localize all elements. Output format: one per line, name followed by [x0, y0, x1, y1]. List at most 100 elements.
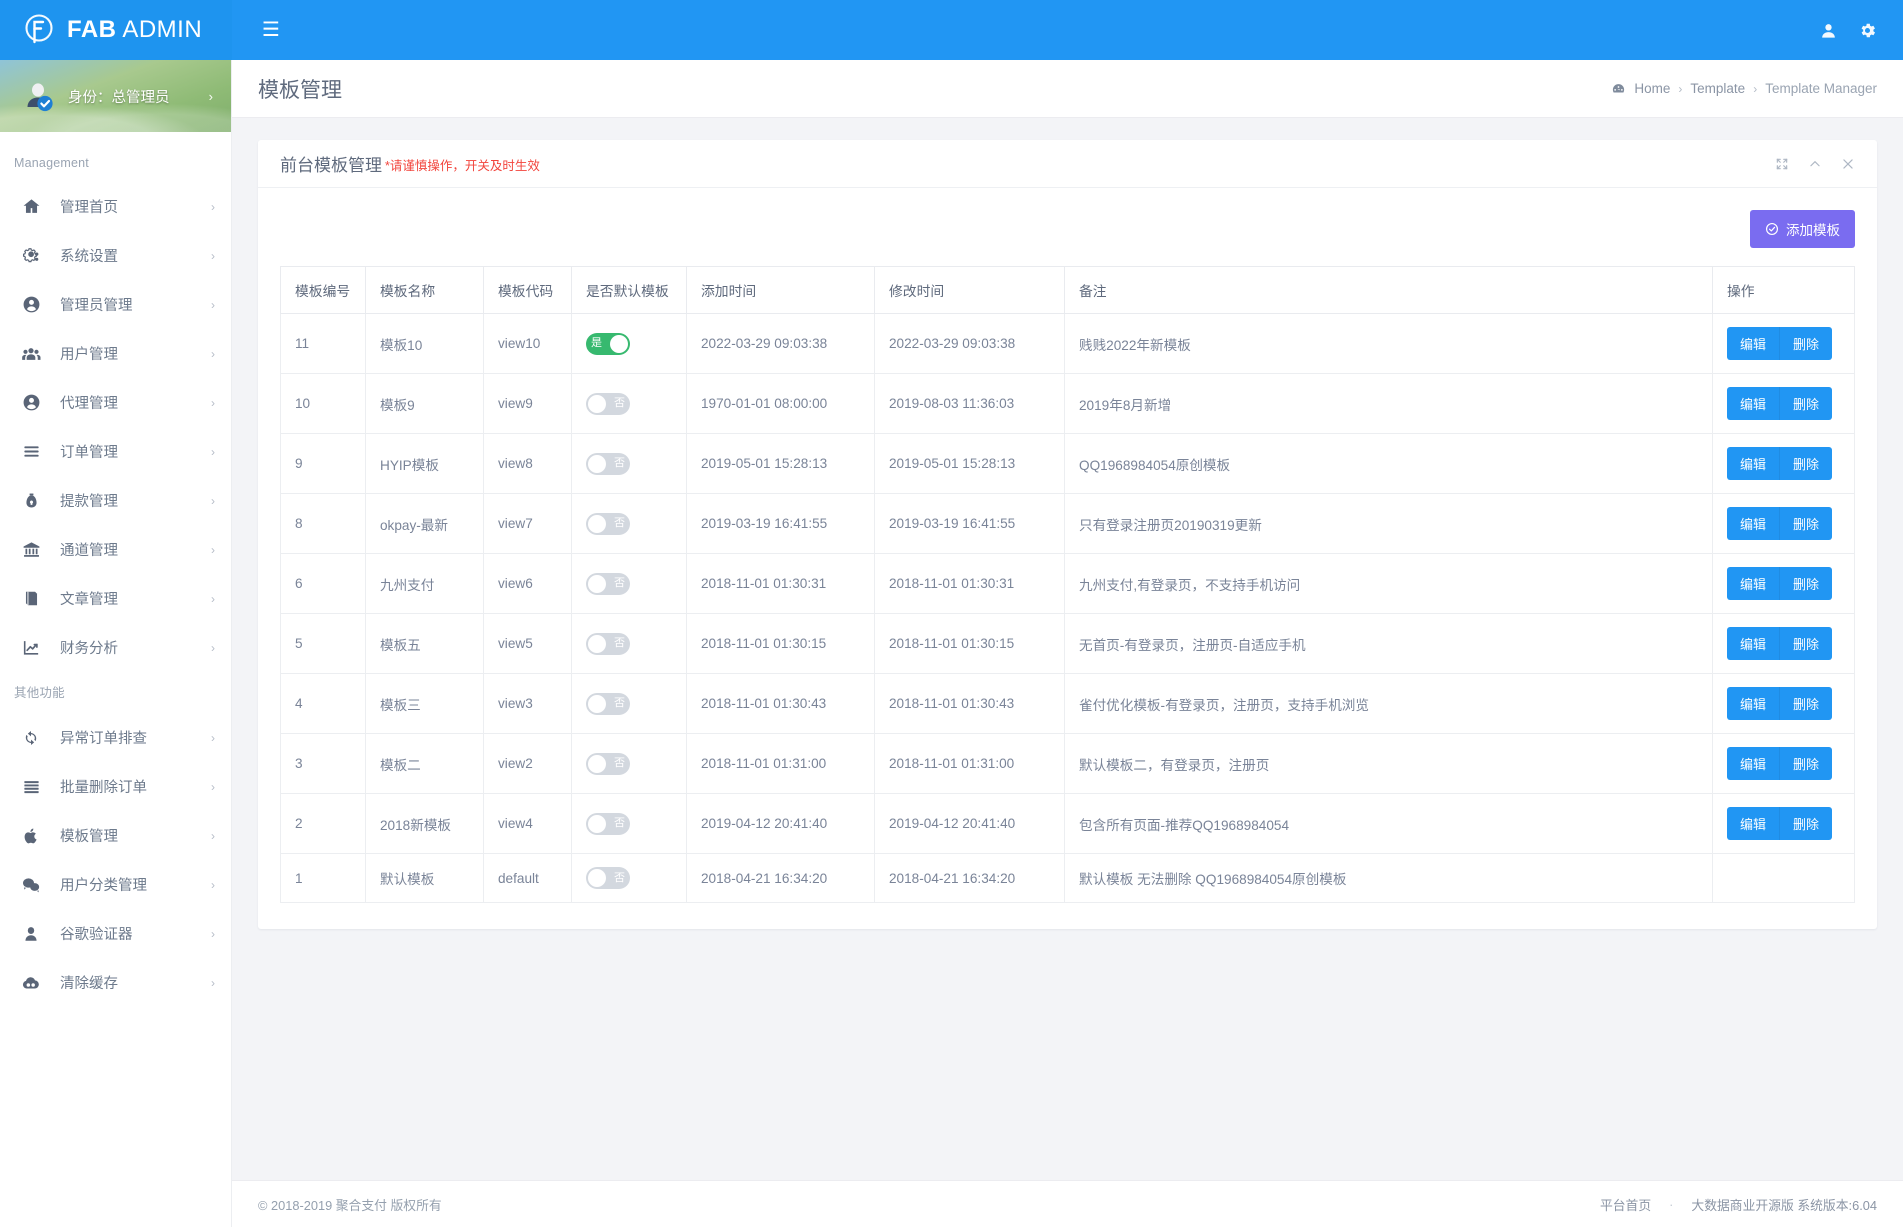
sidebar-item-user-manage[interactable]: 用户管理 ›: [0, 329, 231, 378]
user-icon[interactable]: [1819, 21, 1838, 40]
users-icon: [18, 344, 44, 364]
default-template-toggle[interactable]: 否: [586, 572, 630, 595]
breadcrumb-template[interactable]: Template: [1690, 81, 1745, 96]
footer-platform-link[interactable]: 平台首页: [1600, 1195, 1651, 1214]
sidebar-item-article-manage[interactable]: 文章管理 ›: [0, 574, 231, 623]
cell-note: 默认模板 无法删除 QQ1968984054原创模板: [1064, 853, 1713, 903]
edit-button[interactable]: 编辑: [1727, 747, 1780, 780]
gear-icon[interactable]: [1858, 21, 1877, 40]
sidebar-item-withdraw-manage[interactable]: 提款管理 ›: [0, 476, 231, 525]
cell-default-toggle: 否: [571, 793, 687, 854]
edit-button[interactable]: 编辑: [1727, 567, 1780, 600]
delete-button[interactable]: 删除: [1779, 387, 1833, 420]
panel-body: 添加模板 模板编号 模板名称 模板代码 是否默认模板 添加时间 修改时间 备注 …: [258, 188, 1877, 929]
brand-light: ADMIN: [116, 16, 203, 43]
table-row: 5 模板五 view5 否 2018-11-01 01:30:15 2018-11-01 …: [280, 613, 1855, 674]
delete-button[interactable]: 删除: [1779, 507, 1833, 540]
default-template-toggle[interactable]: 是: [586, 332, 630, 355]
sidebar-item-admin-manage[interactable]: 管理员管理 ›: [0, 280, 231, 329]
cell-template-name: 模板二: [365, 733, 484, 794]
column-header-actions: 操作: [1712, 266, 1855, 314]
cell-template-id: 4: [280, 673, 366, 734]
edit-button[interactable]: 编辑: [1727, 627, 1780, 660]
cell-note: 只有登录注册页20190319更新: [1064, 493, 1713, 554]
sidebar-item-channel-manage[interactable]: 通道管理 ›: [0, 525, 231, 574]
sidebar-item-system-settings[interactable]: 系统设置 ›: [0, 231, 231, 280]
cell-template-name: 九州支付: [365, 553, 484, 614]
cell-template-code: default: [483, 853, 572, 903]
delete-button[interactable]: 删除: [1779, 447, 1833, 480]
row-action-group: 编辑 删除: [1727, 387, 1833, 420]
toggle-label: 否: [614, 397, 625, 409]
panel-warning-text: *请谨慎操作，开关及时生效: [385, 159, 540, 173]
cell-template-id: 9: [280, 433, 366, 494]
cell-template-name: 默认模板: [365, 853, 484, 903]
default-template-toggle[interactable]: 否: [586, 632, 630, 655]
cell-template-id: 3: [280, 733, 366, 794]
sidebar-item-clear-cache[interactable]: 清除缓存 ›: [0, 958, 231, 1007]
column-header-name: 模板名称: [365, 266, 484, 314]
sidebar-item-agent-manage[interactable]: 代理管理 ›: [0, 378, 231, 427]
sidebar-item-finance-analysis[interactable]: 财务分析 ›: [0, 623, 231, 672]
sidebar-item-label: 清除缓存: [60, 976, 118, 992]
cell-added-time: 2018-11-01 01:31:00: [686, 733, 875, 794]
sidebar-item-order-manage[interactable]: 订单管理 ›: [0, 427, 231, 476]
delete-button[interactable]: 删除: [1779, 627, 1833, 660]
edit-button[interactable]: 编辑: [1727, 387, 1780, 420]
toggle-label: 否: [614, 517, 625, 529]
app-root: FAB ADMIN ☰ 身份：总管理员 › Management 管理首页 › …: [0, 0, 1903, 1227]
default-template-toggle[interactable]: 否: [586, 452, 630, 475]
avatar: [22, 80, 55, 113]
hamburger-icon[interactable]: ☰: [254, 14, 288, 46]
table-row: 10 模板9 view9 否 1970-01-01 08:00:00 2019-08-03…: [280, 373, 1855, 434]
edit-button[interactable]: 编辑: [1727, 327, 1780, 360]
sidebar-item-template-manage[interactable]: 模板管理 ›: [0, 811, 231, 860]
delete-button[interactable]: 删除: [1779, 567, 1833, 600]
sidebar-item-dashboard[interactable]: 管理首页 ›: [0, 182, 231, 231]
default-template-toggle[interactable]: 否: [586, 812, 630, 835]
chevron-right-icon: ›: [211, 493, 215, 508]
cell-template-id: 2: [280, 793, 366, 854]
edit-button[interactable]: 编辑: [1727, 507, 1780, 540]
sidebar-item-user-category-manage[interactable]: 用户分类管理 ›: [0, 860, 231, 909]
row-action-group: 编辑 删除: [1727, 807, 1833, 840]
chevron-right-icon: ›: [211, 395, 215, 410]
profile-block[interactable]: 身份：总管理员 ›: [0, 60, 231, 132]
toggle-label: 是: [591, 337, 602, 349]
add-template-button[interactable]: 添加模板: [1750, 210, 1855, 248]
breadcrumb-current: Template Manager: [1765, 81, 1877, 96]
sidebar-item-google-authenticator[interactable]: 谷歌验证器 ›: [0, 909, 231, 958]
sidebar-item-batch-delete-orders[interactable]: 批量删除订单 ›: [0, 762, 231, 811]
close-icon[interactable]: [1841, 157, 1855, 171]
brand-logo-area[interactable]: FAB ADMIN: [0, 0, 232, 60]
edit-button[interactable]: 编辑: [1727, 807, 1780, 840]
edit-button[interactable]: 编辑: [1727, 687, 1780, 720]
brand-bold: FAB: [67, 16, 117, 43]
chevron-right-icon: ›: [211, 975, 215, 990]
delete-button[interactable]: 删除: [1779, 687, 1833, 720]
table-row: 11 模板10 view10 是 2022-03-29 09:03:38 2022-03-…: [280, 313, 1855, 374]
default-template-toggle[interactable]: 否: [586, 867, 630, 889]
add-template-label: 添加模板: [1786, 223, 1840, 238]
toggle-label: 否: [614, 757, 625, 769]
cell-default-toggle: 否: [571, 433, 687, 494]
delete-button[interactable]: 删除: [1779, 747, 1833, 780]
collapse-icon[interactable]: [1808, 157, 1822, 171]
breadcrumb-home[interactable]: Home: [1634, 81, 1670, 96]
dashboard-icon: [1611, 81, 1626, 97]
apple-icon: [18, 827, 44, 845]
sidebar-item-abnormal-orders[interactable]: 异常订单排查 ›: [0, 713, 231, 762]
default-template-toggle[interactable]: 否: [586, 752, 630, 775]
edit-button[interactable]: 编辑: [1727, 447, 1780, 480]
chevron-right-icon: ›: [211, 199, 215, 214]
default-template-toggle[interactable]: 否: [586, 692, 630, 715]
expand-icon[interactable]: [1775, 157, 1789, 171]
cell-default-toggle: 否: [571, 553, 687, 614]
footer-version: 大数据商业开源版 系统版本:6.04: [1691, 1197, 1877, 1213]
cell-added-time: 2019-05-01 15:28:13: [686, 433, 875, 494]
default-template-toggle[interactable]: 否: [586, 512, 630, 535]
delete-button[interactable]: 删除: [1779, 327, 1833, 360]
default-template-toggle[interactable]: 否: [586, 392, 630, 415]
toggle-knob: [588, 694, 606, 713]
delete-button[interactable]: 删除: [1779, 807, 1833, 840]
